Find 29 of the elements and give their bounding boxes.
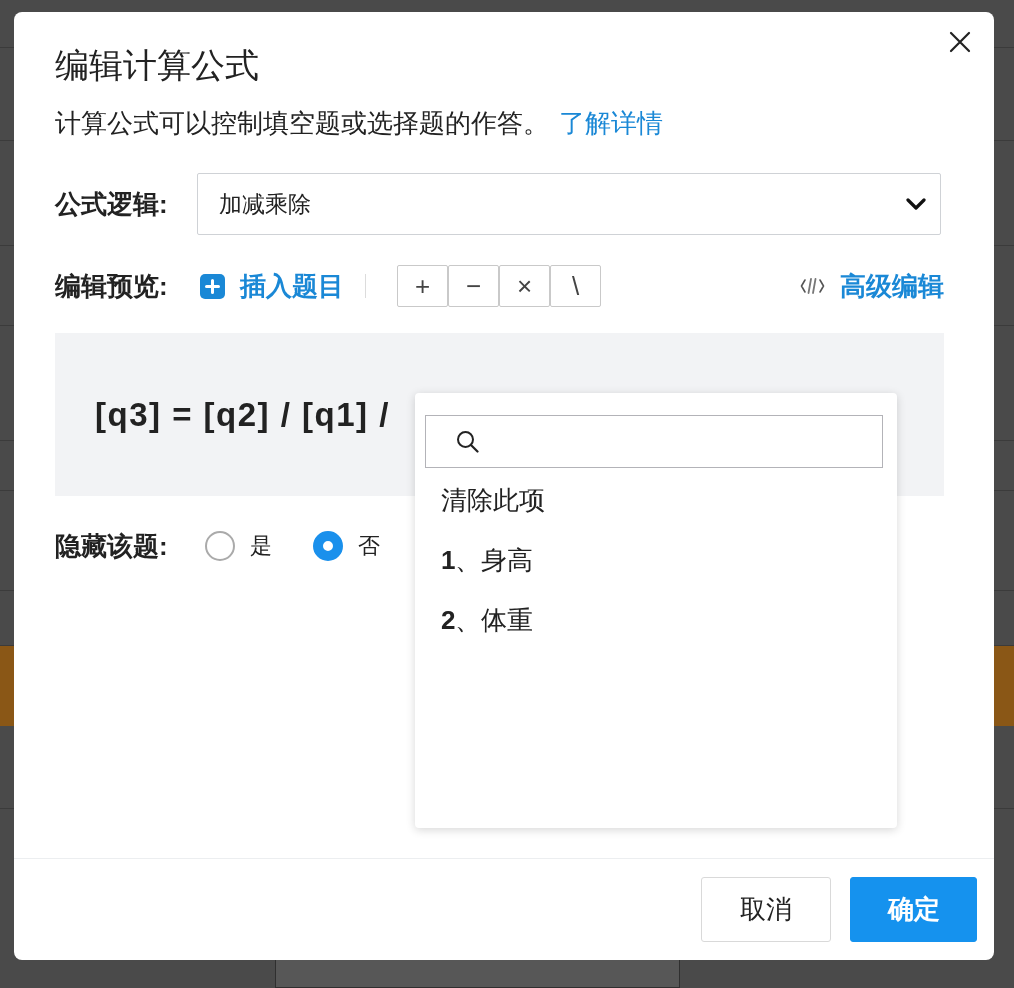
hide-question-label: 隐藏该题:	[55, 530, 169, 562]
radio-button[interactable]	[205, 531, 235, 561]
search-icon	[456, 430, 479, 453]
insert-question-button[interactable]: 插入题目	[200, 268, 344, 304]
logic-select[interactable]: 加减乘除	[197, 173, 941, 235]
code-icon	[800, 276, 825, 296]
dropdown-item[interactable]: 清除此项	[425, 470, 883, 530]
operator-button[interactable]: +	[397, 265, 448, 307]
dialog-title: 编辑计算公式	[55, 45, 260, 85]
radio-option-label: 否	[358, 532, 380, 560]
description-text: 计算公式可以控制填空题或选择题的作答。	[55, 108, 549, 138]
operator-button[interactable]: −	[448, 265, 499, 307]
advanced-edit-button[interactable]: 高级编辑	[800, 268, 944, 304]
formula-text: [q3] = [q2] / [q1] /	[95, 395, 390, 434]
dropdown-item[interactable]: 2、体重	[425, 590, 883, 650]
edit-preview-label: 编辑预览:	[55, 270, 169, 302]
dropdown-item[interactable]: 1、身高	[425, 530, 883, 590]
radio-button[interactable]	[313, 531, 343, 561]
chevron-down-icon	[906, 198, 926, 210]
radio-option-label: 是	[250, 532, 272, 560]
operator-button[interactable]: ×	[499, 265, 550, 307]
close-icon	[948, 30, 972, 54]
learn-more-link[interactable]: 了解详情	[559, 108, 663, 138]
plus-icon	[200, 273, 225, 299]
operator-button[interactable]: \	[550, 265, 601, 307]
formula-logic-label: 公式逻辑:	[55, 188, 169, 220]
close-button[interactable]	[948, 30, 972, 54]
cancel-button[interactable]: 取消	[701, 877, 831, 942]
search-field[interactable]	[425, 415, 883, 468]
